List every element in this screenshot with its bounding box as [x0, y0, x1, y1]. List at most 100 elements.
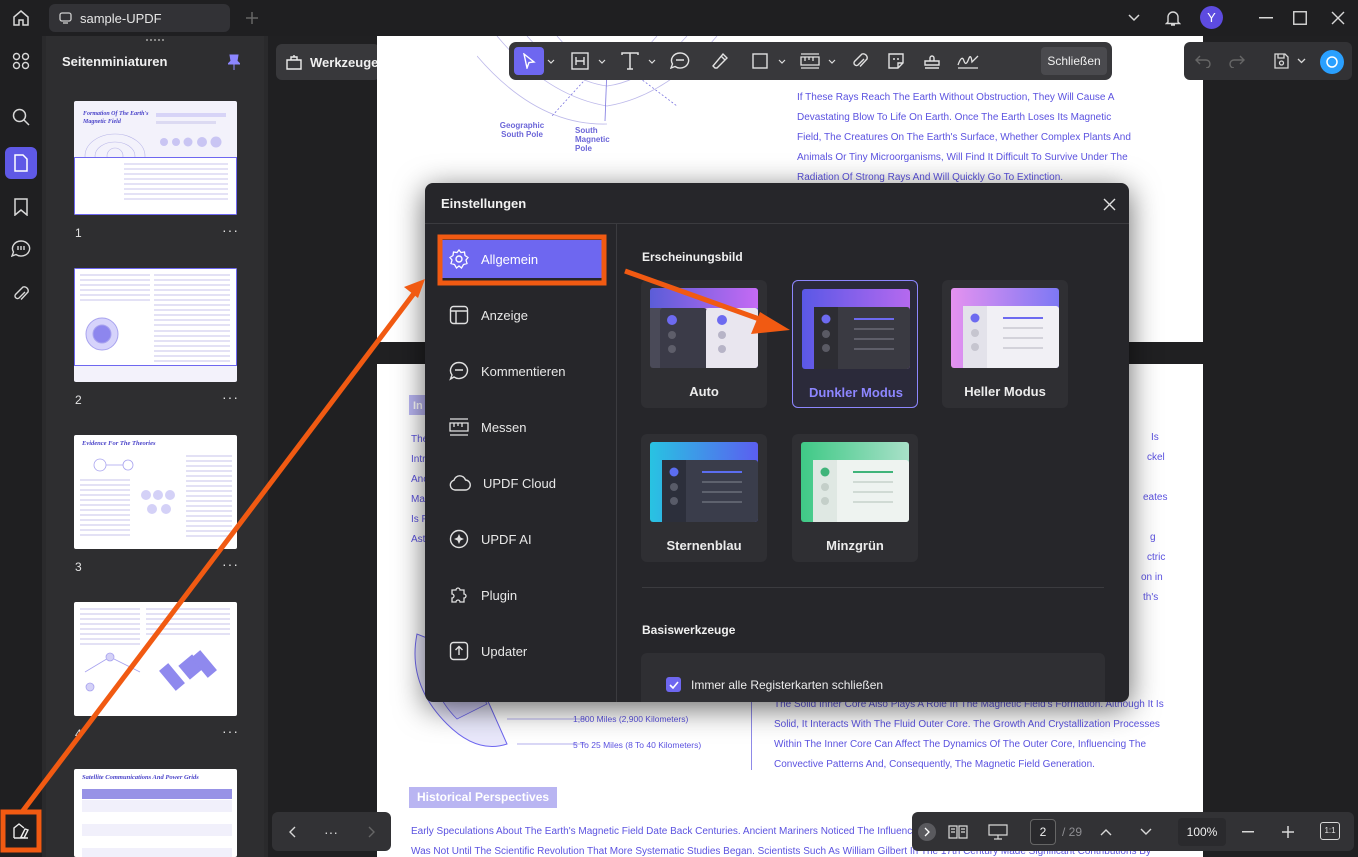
chevron-down-icon[interactable]	[1136, 822, 1156, 842]
page-thumbnail-2[interactable]	[74, 268, 237, 382]
home-icon[interactable]	[8, 6, 34, 30]
document-tab-icon	[59, 12, 72, 24]
nav-item-updf-ai[interactable]: UPDF AI	[439, 520, 604, 558]
chevron-up-icon[interactable]	[1096, 822, 1116, 842]
settings-dialog: Einstellungen Allgemein Anzeige Kommenti…	[425, 183, 1129, 702]
panel-drag-handle[interactable]	[146, 39, 164, 42]
chevron-down-icon[interactable]	[1124, 7, 1144, 29]
attach-tool-icon[interactable]	[844, 47, 876, 75]
diagram-label-magnetic: South Magnetic Pole	[575, 126, 610, 153]
more-options-icon[interactable]: ···	[222, 723, 239, 739]
document-tab-title: sample-UPDF	[80, 10, 162, 26]
reading-mode-icon[interactable]	[946, 820, 970, 844]
nav-item-anzeige[interactable]: Anzeige	[439, 296, 604, 334]
page-thumbnail-3[interactable]: Evidence For The Theories	[74, 435, 237, 549]
close-window-icon[interactable]	[1326, 6, 1350, 30]
zoom-in-icon[interactable]	[1278, 822, 1298, 842]
thumbnails-page-icon[interactable]	[5, 147, 37, 179]
comment-list-icon[interactable]	[9, 237, 33, 261]
apps-grid-icon[interactable]	[9, 49, 33, 73]
section-tools-title: Basiswerkzeuge	[642, 623, 736, 637]
page-thumbnail-5[interactable]: Satellite Communications And Power Grids	[74, 769, 237, 857]
undo-icon[interactable]	[1192, 50, 1214, 72]
presentation-icon[interactable]	[986, 820, 1010, 844]
zoom-level[interactable]: 100%	[1178, 818, 1226, 846]
page-thumbnail-4[interactable]	[74, 602, 237, 716]
fragment: ctric	[1147, 552, 1166, 563]
expand-icon[interactable]	[918, 823, 936, 841]
signature-tool-icon[interactable]	[952, 47, 984, 75]
close-tabs-checkbox[interactable]	[666, 677, 681, 692]
minimize-icon[interactable]	[1254, 6, 1278, 30]
pin-icon[interactable]	[224, 52, 244, 72]
theme-card-minzgruen[interactable]: Minzgrün	[792, 434, 918, 562]
close-toolbar-button[interactable]: Schließen	[1041, 47, 1107, 75]
nav-item-messen[interactable]: Messen	[439, 408, 604, 446]
theme-card-heller-modus[interactable]: Heller Modus	[942, 280, 1068, 408]
rectangle-tool-icon[interactable]	[744, 47, 776, 75]
chevron-down-icon[interactable]	[776, 47, 788, 75]
section-heading: Historical Perspectives	[409, 787, 558, 808]
dialog-title: Einstellungen	[441, 196, 527, 211]
thumbnail-page-number: 4	[75, 727, 82, 741]
nav-item-plugin[interactable]: Plugin	[439, 576, 604, 614]
zoom-out-icon[interactable]	[1238, 822, 1258, 842]
more-options-icon[interactable]: ···	[222, 556, 239, 572]
fragment: on in	[1141, 572, 1163, 583]
nav-item-kommentieren[interactable]: Kommentieren	[439, 352, 604, 390]
new-tab-icon[interactable]	[241, 7, 263, 29]
text-tool-icon[interactable]	[614, 47, 646, 75]
redo-icon[interactable]	[1226, 50, 1248, 72]
theme-card-dunkler-modus[interactable]: Dunkler Modus	[792, 280, 918, 408]
chevron-down-icon[interactable]	[544, 47, 558, 75]
more-options-icon[interactable]: ···	[222, 389, 239, 405]
nav-item-allgemein[interactable]: Allgemein	[439, 240, 604, 278]
paragraph-line: Field, The Creatures On The Earth's Surf…	[797, 132, 1131, 143]
section-appearance-title: Erscheinungsbild	[642, 250, 743, 264]
theme-preview	[650, 442, 758, 522]
paragraph-line: Within The Inner Core Can Affect The Dyn…	[774, 739, 1147, 750]
close-icon[interactable]	[1099, 194, 1119, 214]
previous-icon[interactable]	[282, 822, 302, 842]
save-icon[interactable]	[1270, 50, 1292, 72]
theme-preview	[650, 288, 758, 368]
paragraph-line: Devastating Blow To Life On Earth. Once …	[797, 112, 1112, 123]
more-icon[interactable]: ···	[320, 822, 342, 842]
settings-brush-icon[interactable]	[9, 819, 33, 843]
chevron-down-icon[interactable]	[596, 47, 608, 75]
chevron-down-icon[interactable]	[1294, 54, 1308, 68]
select-tool-icon[interactable]	[514, 47, 544, 75]
attachment-icon[interactable]	[9, 282, 33, 306]
actual-size-button[interactable]: 1:1	[1320, 822, 1340, 840]
theme-card-sternenblau[interactable]: Sternenblau	[641, 434, 767, 562]
thumbnail-page-number: 2	[75, 393, 82, 407]
page-number-input[interactable]: 2	[1030, 819, 1056, 845]
notification-bell-icon[interactable]	[1162, 6, 1184, 30]
bookmark-icon[interactable]	[9, 195, 33, 219]
measure-tool-icon[interactable]	[794, 47, 826, 75]
nav-item-label: UPDF Cloud	[483, 475, 556, 491]
tools-button[interactable]: Werkzeuge	[276, 44, 380, 80]
nav-item-updf-cloud[interactable]: UPDF Cloud	[439, 464, 604, 502]
page-nav-left: ···	[272, 812, 391, 851]
search-icon[interactable]	[9, 105, 33, 129]
next-icon[interactable]	[362, 822, 382, 842]
stamp-tool-icon[interactable]	[916, 47, 948, 75]
avatar[interactable]: Y	[1200, 6, 1223, 29]
chevron-down-icon[interactable]	[646, 47, 658, 75]
updf-ai-icon[interactable]	[1320, 50, 1344, 74]
thumbnail-heading: Satellite Communications And Power Grids	[82, 774, 199, 781]
document-tab[interactable]: sample-UPDF	[49, 4, 230, 32]
comment-tool-icon[interactable]	[664, 47, 696, 75]
more-options-icon[interactable]: ···	[222, 222, 239, 238]
nav-item-updater[interactable]: Updater	[439, 632, 604, 670]
text-box-tool-icon[interactable]	[564, 47, 596, 75]
paragraph-line: Convective Patterns And, Consequently, T…	[774, 759, 1095, 770]
page-thumbnail-1[interactable]: Formation Of The Earth's Magnetic Field	[74, 101, 237, 215]
sticker-tool-icon[interactable]	[880, 47, 912, 75]
theme-label: Heller Modus	[964, 384, 1046, 399]
highlighter-tool-icon[interactable]	[704, 47, 736, 75]
chevron-down-icon[interactable]	[826, 47, 838, 75]
theme-card-auto[interactable]: Auto	[641, 280, 767, 408]
maximize-icon[interactable]	[1288, 6, 1312, 30]
